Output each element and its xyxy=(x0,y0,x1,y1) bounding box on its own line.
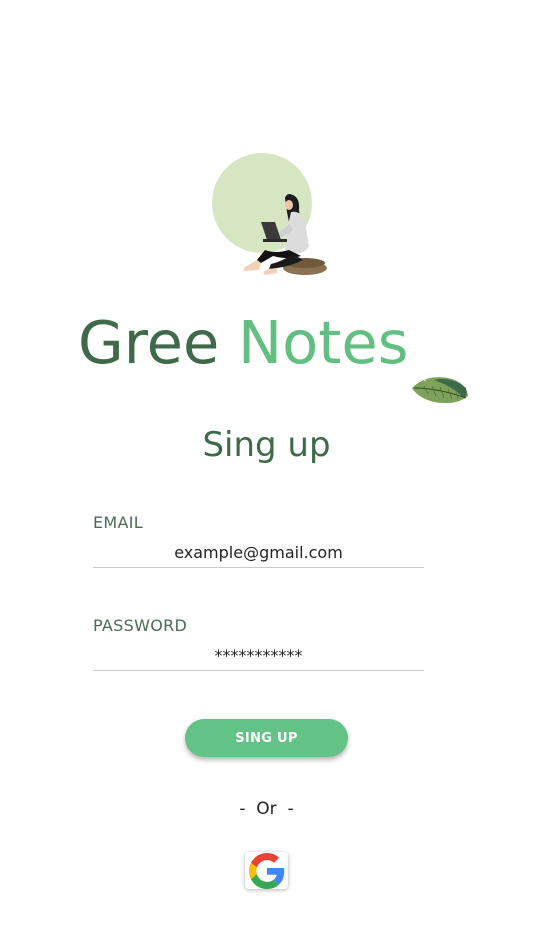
password-label: PASSWORD xyxy=(93,616,188,635)
password-field-group: PASSWORD xyxy=(93,615,424,671)
app-title-part-1: Gree xyxy=(78,308,220,377)
email-label: EMAIL xyxy=(93,513,143,532)
app-title-part-2: Notes xyxy=(238,308,409,377)
google-icon xyxy=(248,852,284,889)
app-title: Gree Notes xyxy=(78,305,408,381)
leaf-icon xyxy=(408,372,472,408)
leaf-graphic xyxy=(412,377,468,404)
email-input[interactable] xyxy=(93,538,424,568)
email-field-group: EMAIL xyxy=(93,512,424,568)
password-input[interactable] xyxy=(93,641,424,671)
signup-button[interactable]: SING UP xyxy=(185,719,348,757)
google-signin-button[interactable] xyxy=(245,852,288,889)
page-title: Sing up xyxy=(202,425,331,465)
or-divider: - Or - xyxy=(239,799,294,819)
woman-with-laptop-illustration xyxy=(205,150,335,280)
illustration-graphic xyxy=(212,153,327,275)
